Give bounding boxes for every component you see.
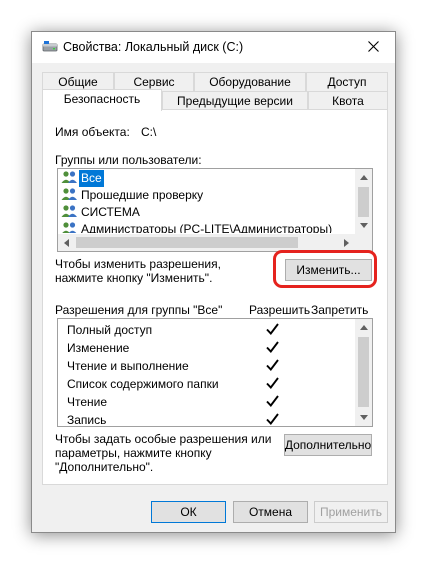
user-name: Администраторы (PC-LITE\Администраторы) [81, 222, 333, 233]
properties-dialog: Свойства: Локальный диск (C:) Общие Серв… [31, 31, 396, 533]
scroll-thumb[interactable] [358, 187, 369, 217]
title-bar[interactable]: Свойства: Локальный диск (C:) [32, 32, 395, 63]
groups-listbox[interactable]: Все Прошедшие проверку СИСТЕМА Администр… [57, 168, 373, 252]
cancel-button[interactable]: Отмена [233, 501, 308, 523]
permission-name: Чтение [67, 395, 108, 409]
check-icon [266, 323, 279, 338]
change-hint-line2: нажмите кнопку "Изменить". [55, 271, 213, 285]
users-group-icon [61, 170, 79, 187]
tab-sharing[interactable]: Доступ [306, 72, 388, 92]
ok-button[interactable]: ОК [151, 501, 226, 523]
table-row: Запись [59, 412, 367, 427]
permission-name: Изменение [67, 341, 130, 355]
apply-button[interactable]: Применить [314, 501, 388, 523]
check-icon [266, 395, 279, 410]
permission-name: Запись [67, 413, 107, 427]
change-hint-line1: Чтобы изменить разрешения, [55, 257, 221, 271]
tab-previous-versions[interactable]: Предыдущие версии [162, 91, 308, 111]
scroll-up-icon[interactable] [355, 319, 372, 336]
list-item[interactable]: Все [59, 170, 355, 187]
table-row: Полный доступ [59, 322, 367, 340]
users-group-icon [61, 187, 79, 204]
permissions-listbox[interactable]: Полный доступ Изменение Чтение и выполне… [57, 318, 373, 427]
permission-name: Полный доступ [67, 323, 153, 337]
check-icon [266, 413, 279, 426]
permission-name: Список содержимого папки [67, 377, 219, 391]
advanced-hint-line1: Чтобы задать особые разрешения или [55, 432, 272, 446]
table-row: Чтение [59, 394, 367, 412]
scroll-left-icon[interactable] [58, 234, 75, 251]
check-icon [266, 359, 279, 374]
scroll-right-icon[interactable] [338, 234, 355, 251]
tab-hardware[interactable]: Оборудование [194, 72, 306, 92]
advanced-button[interactable]: Дополнительно [284, 434, 372, 456]
list-item[interactable]: Администраторы (PC-LITE\Администраторы) [59, 221, 334, 233]
table-row: Список содержимого папки [59, 376, 367, 394]
object-name-label: Имя объекта: [55, 125, 130, 139]
check-icon [266, 341, 279, 356]
scroll-thumb[interactable] [358, 337, 369, 407]
groups-label: Группы или пользователи: [55, 153, 202, 167]
permissions-header: Разрешения для группы "Все" [55, 303, 223, 317]
groups-horizontal-scrollbar[interactable] [58, 234, 355, 251]
deny-column-header: Запретить [311, 303, 369, 317]
window-title: Свойства: Локальный диск (C:) [63, 40, 244, 54]
close-button[interactable] [351, 32, 395, 63]
users-group-icon [61, 221, 79, 233]
security-panel: Имя объекта: C:\ Группы или пользователи… [42, 109, 388, 485]
drive-icon [42, 40, 58, 57]
scroll-down-icon[interactable] [355, 409, 372, 426]
tab-quota[interactable]: Квота [308, 91, 388, 111]
tab-security[interactable]: Безопасность [42, 89, 162, 111]
list-item[interactable]: СИСТЕМА [59, 204, 142, 221]
permission-name: Чтение и выполнение [67, 359, 189, 373]
advanced-hint-line2: параметры, нажмите кнопку [55, 446, 212, 460]
list-item[interactable]: Прошедшие проверку [59, 187, 205, 204]
allow-column-header: Разрешить [249, 303, 311, 317]
scrollbar-corner [355, 234, 372, 251]
check-icon [266, 377, 279, 392]
object-name-value: C:\ [141, 125, 157, 139]
user-name: Все [79, 170, 104, 187]
users-group-icon [61, 204, 79, 221]
groups-vertical-scrollbar[interactable] [355, 169, 372, 234]
scroll-up-icon[interactable] [355, 169, 372, 186]
change-button[interactable]: Изменить... [285, 259, 372, 281]
advanced-hint-line3: "Дополнительно". [55, 460, 154, 474]
table-row: Изменение [59, 340, 367, 358]
close-icon [367, 40, 379, 55]
scroll-thumb[interactable] [76, 237, 298, 248]
permissions-vertical-scrollbar[interactable] [355, 319, 372, 426]
user-name: Прошедшие проверку [81, 188, 204, 202]
scroll-down-icon[interactable] [355, 217, 372, 234]
user-name: СИСТЕМА [81, 205, 140, 219]
table-row: Чтение и выполнение [59, 358, 367, 376]
